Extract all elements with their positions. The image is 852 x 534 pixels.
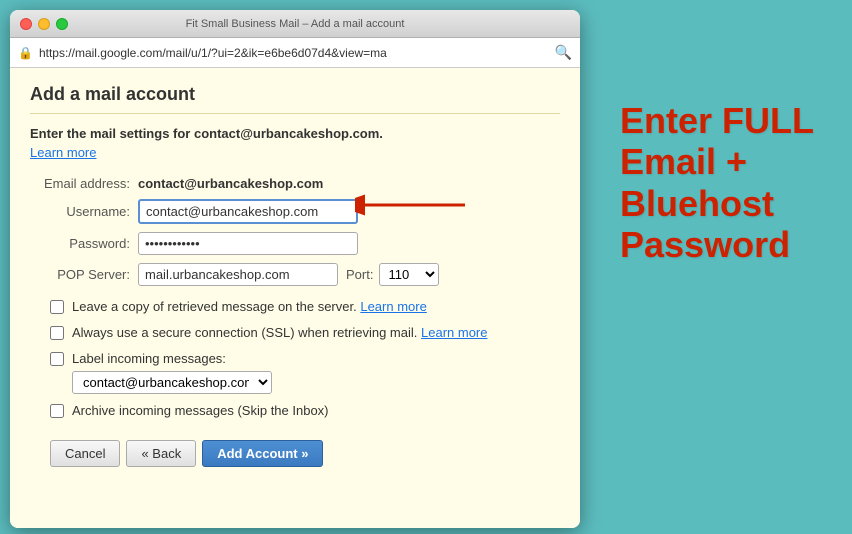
label-checkbox[interactable] (50, 352, 64, 366)
modal-content: Add a mail account Enter the mail settin… (10, 68, 580, 528)
email-label: Email address: (30, 176, 130, 191)
leave-copy-checkbox[interactable] (50, 300, 64, 314)
leave-copy-text: Leave a copy of retrieved message on the… (72, 298, 427, 316)
add-account-button[interactable]: Add Account » (202, 440, 323, 467)
close-button[interactable] (20, 18, 32, 30)
ssl-checkbox[interactable] (50, 326, 64, 340)
intro-strong: Enter the mail settings for contact@urba… (30, 126, 383, 141)
label-row: Label incoming messages: contact@urbanca… (50, 350, 560, 393)
pop-server-label: POP Server: (30, 267, 130, 282)
leave-copy-learn-more[interactable]: Learn more (360, 299, 426, 314)
browser-window: Fit Small Business Mail – Add a mail acc… (10, 10, 580, 528)
label-text: Label incoming messages: contact@urbanca… (72, 350, 272, 393)
email-value: contact@urbancakeshop.com (138, 176, 323, 191)
archive-text: Archive incoming messages (Skip the Inbo… (72, 402, 329, 420)
button-row: Cancel « Back Add Account » (50, 440, 560, 467)
minimize-button[interactable] (38, 18, 50, 30)
port-label: Port: (346, 267, 373, 282)
lock-icon: 🔒 (18, 46, 33, 60)
intro-learn-more-link[interactable]: Learn more (30, 145, 96, 160)
annotation-text: Enter FULL Email + Bluehost Password (620, 100, 840, 266)
label-dropdown[interactable]: contact@urbancakeshop.com (72, 371, 272, 394)
password-input[interactable] (138, 232, 358, 255)
username-label: Username: (30, 204, 130, 219)
leave-copy-row: Leave a copy of retrieved message on the… (50, 298, 560, 316)
password-label: Password: (30, 236, 130, 251)
url-text[interactable]: https://mail.google.com/mail/u/1/?ui=2&i… (39, 46, 549, 60)
password-row: Password: (30, 232, 560, 255)
window-title: Fit Small Business Mail – Add a mail acc… (186, 18, 405, 30)
pop-server-row: POP Server: Port: 110 995 (30, 263, 560, 286)
maximize-button[interactable] (56, 18, 68, 30)
port-group: Port: 110 995 (346, 263, 439, 286)
ssl-learn-more[interactable]: Learn more (421, 325, 487, 340)
back-button[interactable]: « Back (126, 440, 196, 467)
title-bar: Fit Small Business Mail – Add a mail acc… (10, 10, 580, 38)
pop-server-input[interactable] (138, 263, 338, 286)
ssl-text: Always use a secure connection (SSL) whe… (72, 324, 487, 342)
archive-checkbox[interactable] (50, 404, 64, 418)
traffic-lights (20, 18, 68, 30)
address-bar: 🔒 https://mail.google.com/mail/u/1/?ui=2… (10, 38, 580, 68)
email-row: Email address: contact@urbancakeshop.com (30, 176, 560, 191)
username-row: Username: (30, 199, 560, 224)
username-input[interactable] (138, 199, 358, 224)
modal-title: Add a mail account (30, 84, 560, 114)
cancel-button[interactable]: Cancel (50, 440, 120, 467)
form-section: Email address: contact@urbancakeshop.com… (30, 176, 560, 286)
archive-row: Archive incoming messages (Skip the Inbo… (50, 402, 560, 420)
search-icon[interactable]: 🔍 (555, 44, 572, 61)
port-select[interactable]: 110 995 (379, 263, 439, 286)
intro-text: Enter the mail settings for contact@urba… (30, 126, 560, 141)
options-section: Leave a copy of retrieved message on the… (50, 298, 560, 420)
ssl-row: Always use a secure connection (SSL) whe… (50, 324, 560, 342)
